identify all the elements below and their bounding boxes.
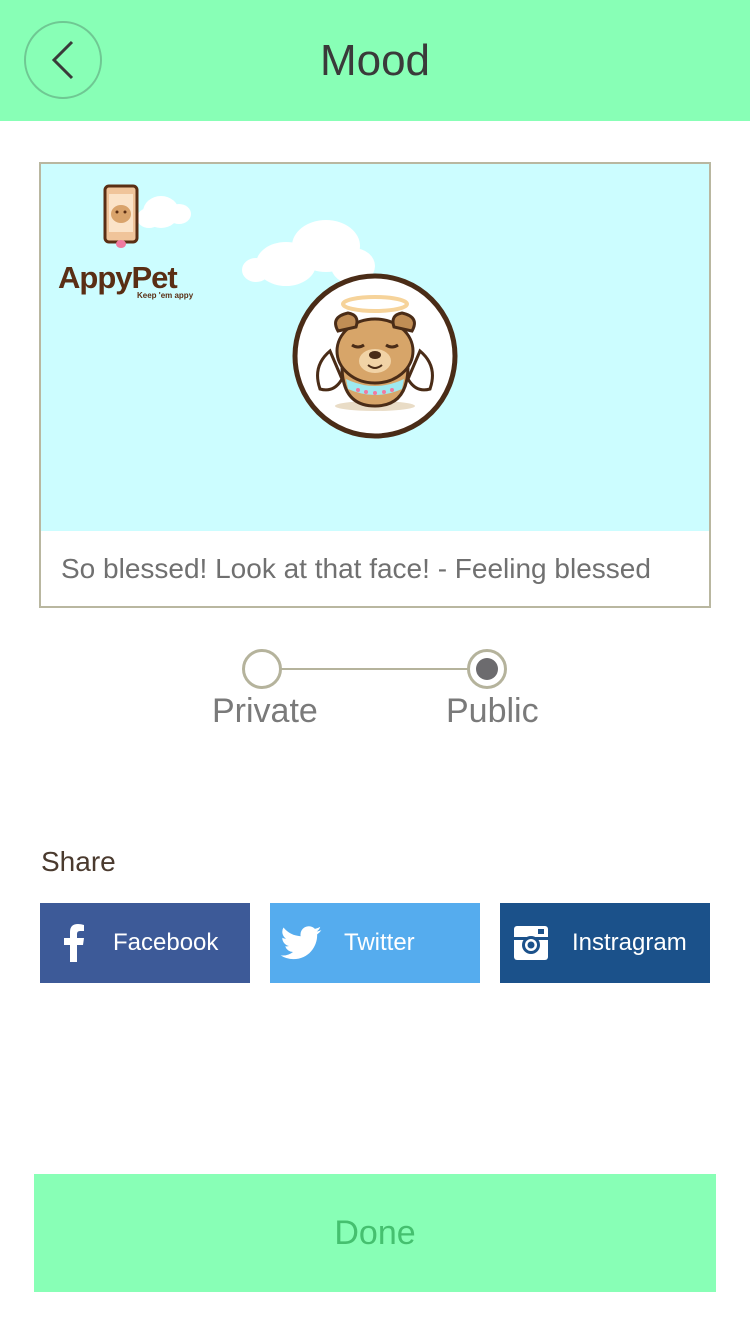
mood-post-card: AppyPet Keep 'em appy So blessed! Look a…: [39, 162, 711, 608]
instagram-label: Instragram: [572, 929, 687, 956]
instagram-share-button[interactable]: Instragram: [500, 903, 710, 983]
private-radio[interactable]: [242, 649, 282, 689]
twitter-share-button[interactable]: Twitter: [270, 903, 480, 983]
header-bar: Mood: [0, 0, 750, 121]
public-label[interactable]: Public: [446, 692, 539, 731]
done-button[interactable]: Done: [34, 1174, 716, 1292]
facebook-icon: [56, 924, 92, 962]
instagram-icon: [513, 925, 549, 961]
angel-dog-avatar: [292, 273, 458, 439]
mood-image: AppyPet Keep 'em appy: [41, 164, 709, 531]
brand-tagline: Keep 'em appy: [137, 291, 194, 300]
facebook-label: Facebook: [113, 929, 219, 956]
private-label[interactable]: Private: [212, 692, 318, 731]
page-title: Mood: [319, 36, 431, 85]
twitter-icon: [280, 925, 322, 961]
facebook-share-button[interactable]: Facebook: [40, 903, 250, 983]
visibility-toggle: Private Public: [200, 648, 550, 738]
public-radio[interactable]: [467, 649, 507, 689]
twitter-label: Twitter: [344, 929, 415, 956]
mood-caption: So blessed! Look at that face! - Feeling…: [61, 553, 651, 584]
share-heading: Share: [41, 846, 116, 877]
visibility-track: [262, 668, 488, 670]
done-label: Done: [334, 1213, 416, 1252]
selected-dot: [476, 658, 498, 680]
